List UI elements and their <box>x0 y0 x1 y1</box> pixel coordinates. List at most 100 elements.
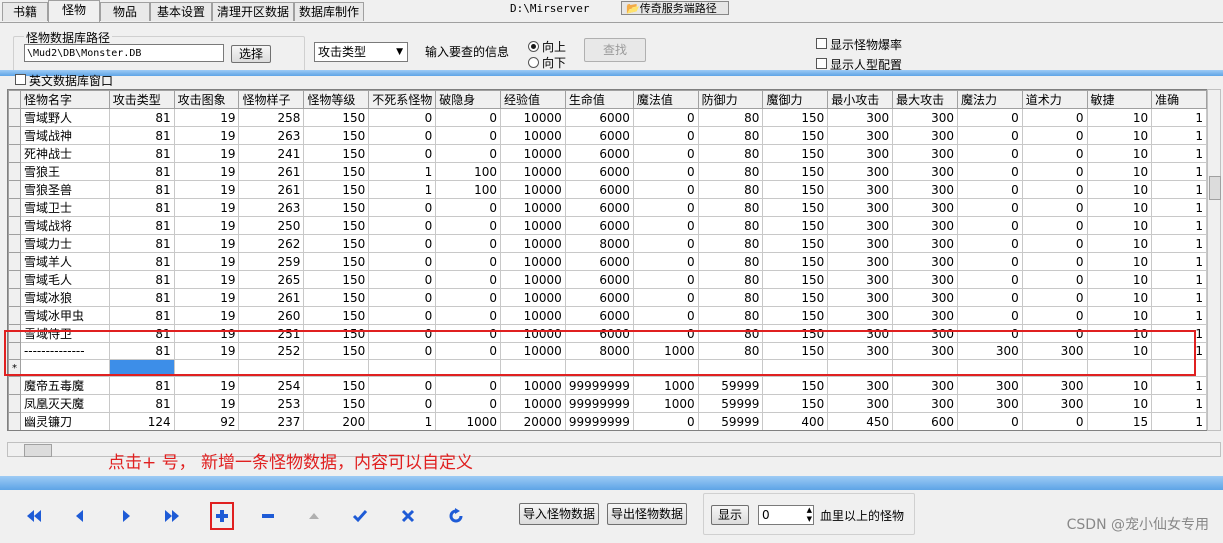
table-cell[interactable]: 150 <box>762 162 829 181</box>
table-cell[interactable]: 80 <box>697 126 764 145</box>
table-row[interactable]: 雪域冰甲虫 81 19 260 150 0 0 10000 6000 0 80 150 300 300 0 0… <box>8 306 1207 325</box>
table-cell[interactable]: 59999 <box>697 376 764 395</box>
table-cell[interactable]: 150 <box>762 216 829 235</box>
table-cell[interactable]: 0 <box>957 252 1023 271</box>
table-cell[interactable]: 265 <box>238 270 305 289</box>
table-cell[interactable]: 59999 <box>697 394 764 413</box>
table-cell[interactable]: 150 <box>303 198 370 217</box>
table-cell[interactable]: 0 <box>368 234 437 253</box>
table-cell[interactable]: 253 <box>238 394 305 413</box>
table-cell[interactable]: 99999999 <box>565 431 633 432</box>
table-cell[interactable]: 雪域力士 <box>19 234 110 253</box>
table-cell[interactable]: 0 <box>368 376 437 395</box>
table-cell[interactable]: 0 <box>1021 306 1088 325</box>
column-header[interactable]: 经验值 <box>500 90 566 109</box>
table-cell[interactable]: 0 <box>632 412 699 430</box>
table-cell[interactable]: 雪狼王 <box>19 162 110 181</box>
table-cell[interactable]: 10 <box>1086 180 1153 199</box>
table-cell[interactable]: 300 <box>892 394 958 413</box>
table-cell[interactable]: 261 <box>238 180 305 199</box>
table-cell[interactable]: 300 <box>892 126 958 145</box>
column-header[interactable]: 敏捷 <box>1086 90 1153 109</box>
table-cell[interactable]: 200 <box>304 431 369 432</box>
table-cell[interactable]: 6000 <box>564 144 634 163</box>
table-cell[interactable]: 10 <box>1086 144 1153 163</box>
table-cell[interactable]: 0 <box>957 234 1023 253</box>
table-cell[interactable]: 124 <box>108 412 175 430</box>
table-cell[interactable]: 0 <box>368 252 437 271</box>
table-cell[interactable]: 259 <box>238 252 305 271</box>
table-cell[interactable]: 300 <box>827 198 894 217</box>
table-cell[interactable]: 10000 <box>500 144 566 163</box>
table-cell[interactable]: 300 <box>827 180 894 199</box>
table-cell[interactable]: 0 <box>435 198 502 217</box>
table-cell[interactable]: 81 <box>108 216 175 235</box>
table-cell[interactable]: 0 <box>1021 252 1088 271</box>
table-cell[interactable]: 15 <box>1087 431 1152 432</box>
table-cell[interactable]: 10 <box>1086 126 1153 145</box>
table-cell[interactable]: 300 <box>892 376 958 395</box>
table-cell[interactable]: 150 <box>303 144 370 163</box>
export-button[interactable]: 导出怪物数据 <box>607 503 687 525</box>
tab-items[interactable]: 物品 <box>100 2 150 21</box>
table-cell[interactable]: 19 <box>173 108 240 127</box>
table-cell[interactable]: 0 <box>1021 412 1088 430</box>
table-row[interactable]: 雪域卫士 81 19 263 150 0 0 10000 6000 0 80 150 300 300 0 0 1… <box>8 198 1207 217</box>
table-cell[interactable]: 59999 <box>698 431 763 432</box>
column-header[interactable]: 魔御力 <box>762 90 829 109</box>
row-indicator[interactable] <box>8 108 21 127</box>
table-cell[interactable]: 300 <box>827 144 894 163</box>
table-cell[interactable]: 81 <box>108 162 175 181</box>
table-cell[interactable]: 1 <box>1151 144 1207 163</box>
column-header[interactable]: 魔法值 <box>632 90 699 109</box>
table-cell[interactable]: 80 <box>697 216 764 235</box>
table-cell[interactable]: 19 <box>173 270 240 289</box>
db-path-field[interactable]: \Mud2\DB\Monster.DB <box>24 44 224 62</box>
table-cell[interactable]: 59999 <box>697 412 764 430</box>
table-cell[interactable]: 0 <box>632 288 699 307</box>
table-cell[interactable]: 254 <box>238 376 305 395</box>
table-cell[interactable]: 300 <box>892 198 958 217</box>
table-cell[interactable]: 80 <box>697 198 764 217</box>
table-cell[interactable]: 0 <box>957 108 1023 127</box>
row-indicator[interactable] <box>8 216 21 235</box>
table-cell[interactable]: 0 <box>632 108 699 127</box>
table-cell[interactable]: 20000 <box>500 412 566 430</box>
find-button[interactable]: 查找 <box>584 38 646 62</box>
table-cell[interactable]: 150 <box>762 306 829 325</box>
tab-db-make[interactable]: 数据库制作 <box>294 2 364 21</box>
table-cell[interactable]: 81 <box>108 126 175 145</box>
first-icon[interactable] <box>22 504 46 528</box>
table-cell[interactable]: 死神战士 <box>19 144 110 163</box>
row-indicator[interactable] <box>8 394 21 413</box>
table-cell[interactable]: 81 <box>108 180 175 199</box>
delete-icon[interactable] <box>256 504 280 528</box>
table-cell[interactable]: 1 <box>1151 126 1207 145</box>
table-cell[interactable]: 1 <box>1151 270 1207 289</box>
table-cell[interactable]: 150 <box>762 108 829 127</box>
table-cell[interactable]: 0 <box>435 288 502 307</box>
row-indicator[interactable] <box>8 234 21 253</box>
table-cell[interactable]: 1 <box>436 431 501 432</box>
table-cell[interactable]: 100 <box>435 180 502 199</box>
table-cell[interactable]: 80 <box>697 234 764 253</box>
table-cell[interactable]: 0 <box>633 431 698 432</box>
table-cell[interactable]: 300 <box>827 394 894 413</box>
row-indicator[interactable] <box>8 252 21 271</box>
table-cell[interactable]: 19 <box>173 306 240 325</box>
table-cell[interactable]: 0 <box>1022 431 1087 432</box>
show-button[interactable]: 显示 <box>711 505 749 525</box>
table-cell[interactable]: 150 <box>303 270 370 289</box>
table-cell[interactable]: 0 <box>632 162 699 181</box>
table-cell[interactable]: 6000 <box>564 180 634 199</box>
attack-type-select[interactable]: 攻击类型 ▼ <box>314 42 408 62</box>
column-header[interactable]: 怪物等级 <box>303 90 370 109</box>
table-cell[interactable]: 19 <box>173 180 240 199</box>
row-indicator[interactable] <box>8 180 21 199</box>
table-cell[interactable]: 雪狼圣兽 <box>19 180 110 199</box>
table-cell[interactable]: 0 <box>1021 108 1088 127</box>
table-cell[interactable]: 300 <box>827 108 894 127</box>
row-indicator[interactable] <box>8 270 21 289</box>
table-cell[interactable]: 1 <box>1151 198 1207 217</box>
table-cell[interactable]: 250 <box>238 216 305 235</box>
